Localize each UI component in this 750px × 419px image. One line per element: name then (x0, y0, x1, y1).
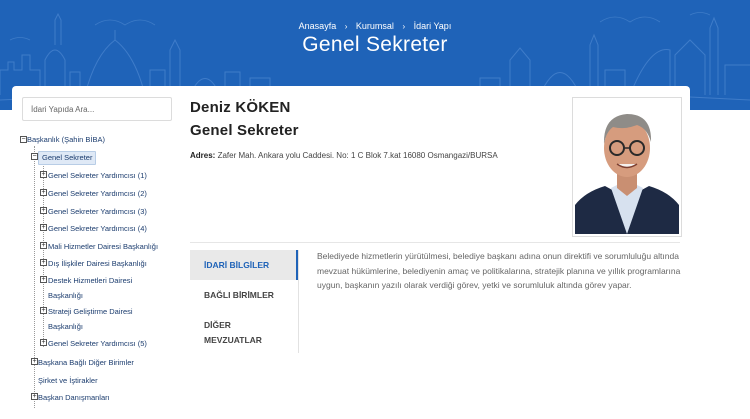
tree-item-root[interactable]: Başkanlık (Şahin BİBA) (27, 135, 105, 145)
expand-icon[interactable]: + (40, 307, 47, 314)
expand-icon[interactable]: + (31, 393, 38, 400)
person-name: Deniz KÖKEN (190, 99, 291, 116)
person-photo (572, 97, 682, 237)
address: Adres: Zafer Mah. Ankara yolu Caddesi. N… (190, 151, 498, 160)
chevron-right-icon: › (344, 22, 348, 31)
tree-connector (34, 146, 35, 408)
tree-item[interactable]: Genel Sekreter Yardımcısı (4) (48, 224, 147, 234)
breadcrumb: Anasayfa › Kurumsal › İdari Yapı (0, 21, 750, 31)
page-title: Genel Sekreter (302, 33, 448, 56)
expand-icon[interactable]: + (40, 259, 47, 266)
chevron-right-icon: › (402, 22, 406, 31)
tree-item[interactable]: Strateji Geliştirme Dairesi (48, 307, 133, 317)
tree-item[interactable]: Başkan Danışmanları (38, 393, 110, 403)
tab-bagli-birimler[interactable]: BAĞLI BİRİMLER (190, 290, 298, 300)
tab-label-line1: DİĞER (204, 320, 231, 330)
section-divider (190, 242, 680, 243)
tree-item[interactable]: Genel Sekreter Yardımcısı (2) (48, 189, 147, 199)
tree-item-selected[interactable]: Genel Sekreter (38, 151, 97, 165)
tab-idari-bilgiler[interactable]: İDARİ BİLGİLER (190, 250, 298, 280)
expand-icon[interactable]: + (40, 189, 47, 196)
expand-icon[interactable]: + (31, 358, 38, 365)
tree-item[interactable]: Mali Hizmetler Dairesi Başkanlığı (48, 242, 158, 252)
tree-item[interactable]: Başkana Bağlı Diğer Birimler (38, 358, 134, 368)
tree-item[interactable]: Destek Hizmetleri Dairesi (48, 276, 132, 286)
address-text: Zafer Mah. Ankara yolu Caddesi. No: 1 C … (217, 151, 498, 160)
tree-item-continuation[interactable]: Başkanlığı (48, 322, 83, 332)
breadcrumb-home-link[interactable]: Anasayfa (299, 21, 337, 31)
expand-icon[interactable]: + (40, 224, 47, 231)
tree-item[interactable]: Genel Sekreter Yardımcısı (1) (48, 171, 147, 181)
expand-icon[interactable]: + (40, 171, 47, 178)
search-input[interactable] (22, 97, 172, 121)
collapse-icon[interactable]: − (20, 136, 27, 143)
expand-icon[interactable]: + (40, 207, 47, 214)
collapse-icon[interactable]: − (31, 153, 38, 160)
expand-icon[interactable]: + (40, 242, 47, 249)
tree-item[interactable]: Şirket ve İştirakler (38, 376, 98, 386)
tree-item-continuation[interactable]: Başkanlığı (48, 291, 83, 301)
breadcrumb-current: İdari Yapı (413, 21, 452, 31)
person-title: Genel Sekreter (190, 122, 299, 139)
tree-item[interactable]: Dış İlişkiler Dairesi Başkanlığı (48, 259, 147, 269)
expand-icon[interactable]: + (40, 276, 47, 283)
tree-item[interactable]: Genel Sekreter Yardımcısı (3) (48, 207, 147, 217)
tab-diger-mevzuatlar[interactable]: DİĞER MEVZUATLAR (190, 320, 298, 345)
breadcrumb-kurumsal-link[interactable]: Kurumsal (356, 21, 394, 31)
tab-label-line2: MEVZUATLAR (204, 335, 262, 345)
address-label: Adres: (190, 151, 216, 160)
portrait-image (575, 100, 679, 234)
tree-item[interactable]: Genel Sekreter Yardımcısı (5) (48, 339, 147, 349)
tab-divider (298, 250, 299, 353)
tab-content-text: Belediyede hizmetlerin yürütülmesi, bele… (317, 251, 681, 290)
expand-icon[interactable]: + (40, 339, 47, 346)
